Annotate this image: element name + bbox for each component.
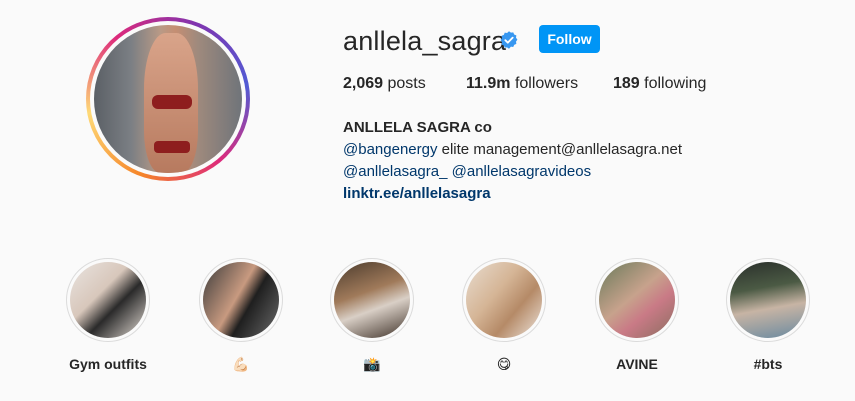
avatar-top xyxy=(152,95,192,109)
highlight-bts[interactable]: #bts xyxy=(726,258,810,374)
highlight-label: 💪🏻 xyxy=(232,356,250,372)
profile-full-name: ANLLELA SAGRA co xyxy=(343,119,492,136)
highlight-cover xyxy=(730,262,806,338)
highlight-ring xyxy=(330,258,414,342)
posts-count: 2,069 xyxy=(343,75,384,92)
highlight-ring xyxy=(726,258,810,342)
profile-avatar-gap xyxy=(90,21,246,177)
verified-badge-icon xyxy=(500,31,518,49)
followers-stat[interactable]: 11.9m followers xyxy=(466,75,578,93)
highlight-label: #bts xyxy=(753,356,783,372)
profile-avatar[interactable] xyxy=(94,25,242,173)
highlight-label: 😋 xyxy=(496,356,512,372)
posts-stat: 2,069 posts xyxy=(343,75,426,93)
bio-mention-anllelasagra[interactable]: @anllelasagra_ xyxy=(343,163,447,180)
highlight-cover xyxy=(334,262,410,338)
following-stat[interactable]: 189 following xyxy=(613,75,706,93)
highlight-label: AVINE xyxy=(616,356,658,372)
bio-mention-anllelasagravideos[interactable]: @anllelasagravideos xyxy=(452,163,591,180)
bio-line-1: @bangenergy elite management@anllelasagr… xyxy=(343,139,682,161)
highlight-camera[interactable]: 📸 xyxy=(330,258,414,374)
highlight-cover xyxy=(599,262,675,338)
following-label: following xyxy=(644,75,707,92)
followers-label: followers xyxy=(514,75,579,92)
highlight-label: 📸 xyxy=(363,356,381,372)
followers-count: 11.9m xyxy=(466,75,511,92)
bio-external-link[interactable]: linktr.ee/anllelasagra xyxy=(343,183,682,205)
highlight-avine[interactable]: AVINE xyxy=(595,258,679,374)
highlight-cover xyxy=(466,262,542,338)
follow-button[interactable]: Follow xyxy=(539,25,600,53)
highlight-ring xyxy=(462,258,546,342)
highlight-ring xyxy=(66,258,150,342)
highlight-cover xyxy=(70,262,146,338)
bio-text-management: elite management@anllelasagra.net xyxy=(437,141,683,158)
bio-mention-bangenergy[interactable]: @bangenergy xyxy=(343,141,437,158)
profile-username: anllela_sagra xyxy=(343,26,507,56)
highlight-flex[interactable]: 💪🏻 xyxy=(199,258,283,374)
posts-label: posts xyxy=(387,75,426,92)
highlight-gym-outfits[interactable]: Gym outfits xyxy=(66,258,150,374)
highlight-yum[interactable]: 😋 xyxy=(462,258,546,374)
highlight-ring xyxy=(595,258,679,342)
highlight-cover xyxy=(203,262,279,338)
bio-line-2: @anllelasagra_ @anllelasagravideos xyxy=(343,161,682,183)
profile-avatar-ring[interactable] xyxy=(86,17,250,181)
profile-bio: ANLLELA SAGRA co @bangenergy elite manag… xyxy=(343,117,682,205)
avatar-bottom xyxy=(154,141,190,153)
following-count: 189 xyxy=(613,75,640,92)
highlight-ring xyxy=(199,258,283,342)
highlight-label: Gym outfits xyxy=(69,356,147,372)
